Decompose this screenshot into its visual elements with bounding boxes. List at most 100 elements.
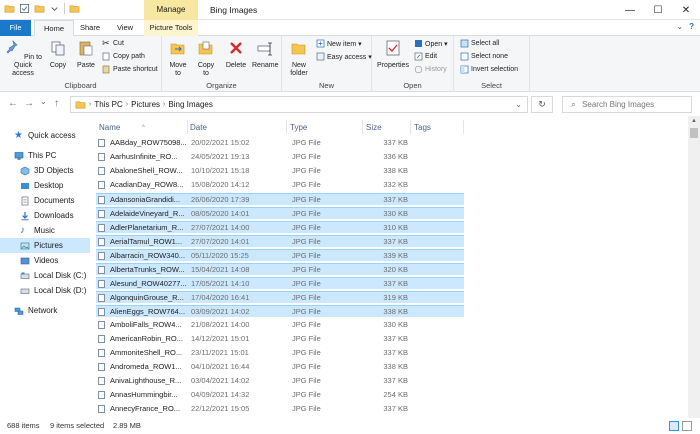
history-button[interactable]: History	[414, 65, 447, 74]
forward-arrow-icon[interactable]: →	[24, 98, 34, 109]
file-row[interactable]: AarhusInfinite_RO... 24/05/2021 19:13 JPG …	[96, 151, 464, 163]
recent-locations-icon[interactable]: ⌄	[40, 97, 47, 106]
file-date: 15/04/2021 14:08	[191, 265, 250, 274]
file-row[interactable]: AnivaLighthouse_R... 03/04/2021 14:02 JPG …	[96, 375, 464, 387]
pin-quick-access-button[interactable]: Pin to Quick access	[3, 39, 43, 78]
easy-access-button[interactable]: Easy access ▾	[316, 52, 372, 61]
cut-button[interactable]: ✂ Cut	[102, 39, 124, 48]
folder-icon[interactable]	[4, 3, 15, 14]
tab-home[interactable]: Home	[34, 20, 74, 37]
breadcrumb-bing-images[interactable]: Bing Images	[168, 100, 212, 109]
delete-button[interactable]: Delete	[224, 39, 248, 70]
column-header-size[interactable]: Size	[366, 120, 410, 136]
breadcrumb-separator[interactable]: ›	[126, 101, 128, 108]
tab-picture-tools[interactable]: Picture Tools	[144, 20, 198, 36]
rename-button[interactable]: Rename	[252, 39, 278, 70]
new-item-button[interactable]: New item ▾	[316, 39, 362, 48]
copy-to-button[interactable]: Copy to	[194, 39, 218, 78]
help-icon[interactable]: ?	[689, 22, 694, 31]
tab-share[interactable]: Share	[77, 20, 103, 36]
nav-desktop[interactable]: Desktop	[0, 178, 90, 193]
tab-file[interactable]: File	[0, 20, 31, 36]
file-row[interactable]: AdelaideVineyard_R... 08/05/2020 14:01 JPG…	[96, 207, 464, 219]
file-row[interactable]: AnnecyFrance_RO... 22/12/2021 15:05 JPG Fi…	[96, 403, 464, 415]
up-arrow-icon[interactable]: ↑	[54, 98, 59, 109]
file-row[interactable]: AnnasHummingbir... 04/09/2021 14:32 JPG Fi…	[96, 389, 464, 401]
column-divider[interactable]	[187, 120, 188, 134]
properties-check-icon[interactable]	[19, 3, 30, 14]
window-controls: — ☐ ✕	[616, 0, 700, 20]
nav-local-disk-c[interactable]: Local Disk (C:)	[0, 268, 90, 283]
close-button[interactable]: ✕	[672, 0, 700, 20]
file-row[interactable]: AdlerPlanetarium_R... 27/07/2021 14:00 JPG…	[96, 221, 464, 233]
breadcrumb-pictures[interactable]: Pictures	[131, 100, 160, 109]
copy-path-button[interactable]: Copy path	[102, 52, 145, 61]
new-folder-icon[interactable]	[34, 3, 45, 14]
nav-quick-access[interactable]: ★ Quick access	[0, 128, 90, 143]
column-header-name[interactable]: Name ^	[99, 120, 187, 136]
file-row[interactable]: AABday_ROW75098... 20/02/2021 15:02 JPG Fi…	[96, 137, 464, 149]
address-bar[interactable]: › This PC › Pictures › Bing Images ⌄	[70, 96, 528, 113]
details-view-icon[interactable]	[669, 421, 679, 431]
new-folder-button[interactable]: New folder	[286, 39, 312, 78]
nav-pictures[interactable]: Pictures	[0, 238, 90, 253]
jpg-file-icon	[98, 294, 105, 302]
copy-button[interactable]: Copy	[47, 39, 69, 70]
vertical-scrollbar[interactable]: ▲	[688, 116, 700, 418]
select-all-button[interactable]: Select all	[460, 39, 499, 48]
file-row[interactable]: AbaloneShell_ROW... 10/10/2021 15:18 JPG F…	[96, 165, 464, 177]
column-divider[interactable]	[362, 120, 363, 134]
refresh-button[interactable]: ↻	[531, 96, 553, 113]
file-row[interactable]: AlbertaTrunks_ROW... 15/04/2021 14:08 JPG …	[96, 263, 464, 275]
file-row[interactable]: AerialTamul_ROW1... 27/07/2020 14:01 JPG F…	[96, 235, 464, 247]
file-row[interactable]: AcadianDay_ROW8... 15/08/2020 14:12 JPG Fi…	[96, 179, 464, 191]
nav-downloads[interactable]: Downloads	[0, 208, 90, 223]
file-row[interactable]: Albarracin_ROW340... 05/11/2020 15:25 JPG …	[96, 249, 464, 261]
nav-documents[interactable]: Documents	[0, 193, 90, 208]
minimize-button[interactable]: —	[616, 0, 644, 20]
scrollbar-thumb[interactable]	[690, 128, 698, 138]
file-row[interactable]: AlgonquinGrouse_R... 17/04/2020 16:41 JPG …	[96, 291, 464, 303]
column-header-date[interactable]: Date	[190, 120, 286, 136]
invert-selection-button[interactable]: Invert selection	[460, 65, 518, 74]
open-button[interactable]: Open ▾	[414, 39, 448, 48]
back-arrow-icon[interactable]: ←	[8, 98, 18, 109]
copy-label: Copy	[49, 62, 67, 69]
nav-local-disk-d[interactable]: Local Disk (D:)	[0, 283, 90, 298]
column-divider[interactable]	[410, 120, 411, 134]
nav-3d-objects[interactable]: 3D Objects	[0, 163, 90, 178]
scroll-up-icon[interactable]: ▲	[691, 118, 697, 124]
select-none-button[interactable]: Select none	[460, 52, 508, 61]
breadcrumb-separator[interactable]: ›	[163, 101, 165, 108]
customize-qat-icon[interactable]	[49, 3, 60, 14]
chevron-down-icon[interactable]: ⌄	[676, 22, 683, 31]
breadcrumb-this-pc[interactable]: This PC	[94, 100, 122, 109]
edit-button[interactable]: Edit	[414, 52, 437, 61]
column-divider[interactable]	[463, 120, 464, 134]
file-type: JPG File	[292, 180, 321, 189]
file-row[interactable]: Andromeda_ROW1... 04/10/2021 16:44 JPG Fil…	[96, 361, 464, 373]
new-group: New folder New item ▾ Easy access ▾ New	[282, 36, 372, 92]
large-icons-view-icon[interactable]	[682, 421, 692, 431]
nav-music[interactable]: ♪ Music	[0, 223, 90, 238]
column-header-type[interactable]: Type	[290, 120, 362, 136]
properties-button[interactable]: Properties	[375, 39, 411, 70]
file-row[interactable]: AlienEggs_ROW764... 03/09/2021 14:02 JPG F…	[96, 305, 464, 317]
column-divider[interactable]	[286, 120, 287, 134]
file-row[interactable]: Alesund_ROW40277... 17/05/2021 14:10 JPG F…	[96, 277, 464, 289]
column-header-tags[interactable]: Tags	[414, 120, 462, 136]
search-input[interactable]: ⌕ Search Bing Images	[562, 96, 692, 113]
paste-shortcut-button[interactable]: Paste shortcut	[102, 65, 158, 74]
address-dropdown-icon[interactable]: ⌄	[515, 100, 522, 109]
nav-network[interactable]: Network	[0, 303, 90, 318]
file-row[interactable]: AmericanRobin_RO... 14/12/2021 15:01 JPG F…	[96, 333, 464, 345]
maximize-button[interactable]: ☐	[644, 0, 672, 20]
move-to-button[interactable]: Move to	[166, 39, 190, 78]
nav-this-pc[interactable]: This PC	[0, 148, 90, 163]
nav-videos[interactable]: Videos	[0, 253, 90, 268]
file-row[interactable]: AmboliFalls_ROW4... 21/08/2021 14:00 JPG F…	[96, 319, 464, 331]
paste-button[interactable]: Paste	[73, 39, 99, 70]
tab-view[interactable]: View	[112, 20, 138, 36]
file-row[interactable]: AdansoniaGrandidi... 26/06/2020 17:39 JPG …	[96, 193, 464, 205]
file-row[interactable]: AmmoniteShell_RO... 23/11/2021 15:01 JPG F…	[96, 347, 464, 359]
